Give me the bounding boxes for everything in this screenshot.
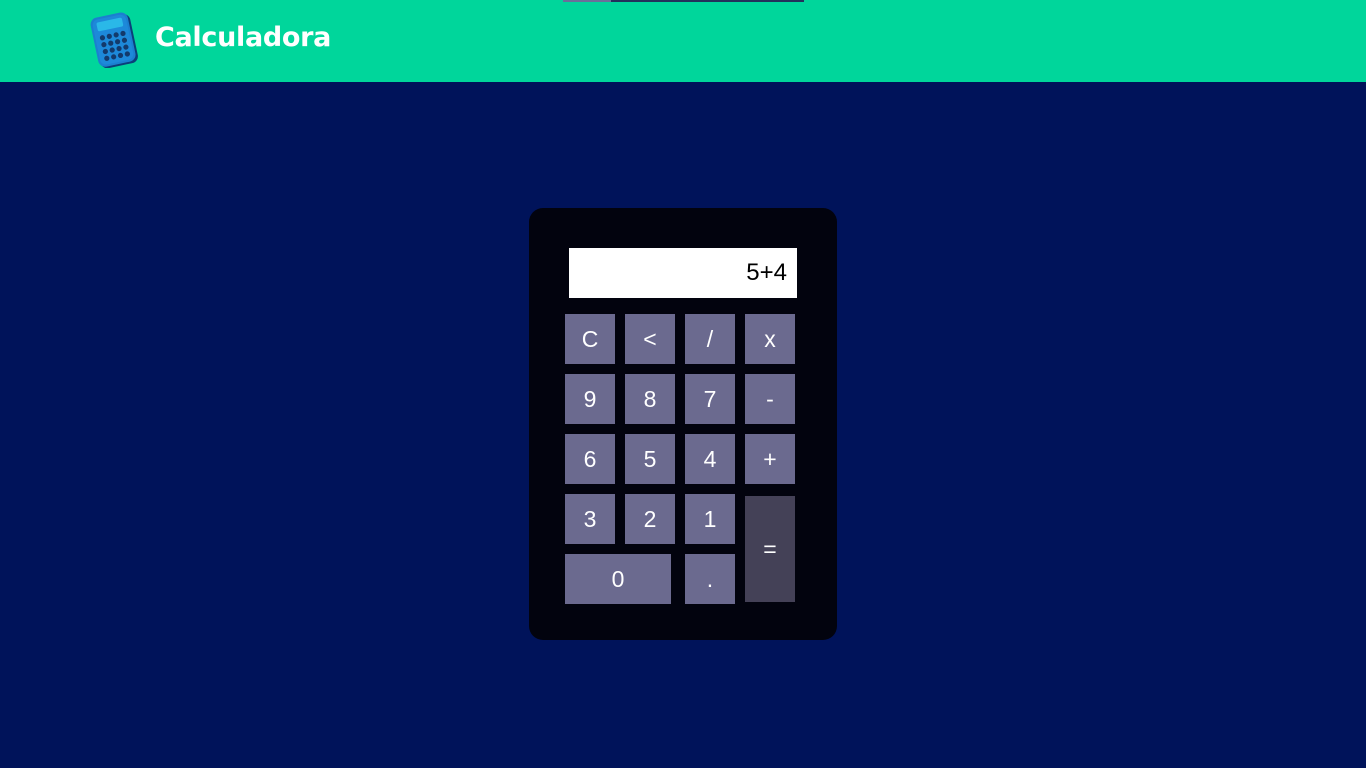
calculator-icon bbox=[88, 10, 144, 69]
digit-0-button[interactable]: 0 bbox=[565, 554, 671, 604]
top-header-bar: Calculadora bbox=[0, 0, 1366, 82]
app-title: Calculadora bbox=[155, 22, 332, 53]
divide-button[interactable]: / bbox=[685, 314, 735, 364]
digit-7-button[interactable]: 7 bbox=[685, 374, 735, 424]
minus-button[interactable]: - bbox=[745, 374, 795, 424]
digit-8-button[interactable]: 8 bbox=[625, 374, 675, 424]
calculator-display: 5+4 bbox=[569, 248, 797, 298]
digit-4-button[interactable]: 4 bbox=[685, 434, 735, 484]
digit-5-button[interactable]: 5 bbox=[625, 434, 675, 484]
digit-9-button[interactable]: 9 bbox=[565, 374, 615, 424]
digit-3-button[interactable]: 3 bbox=[565, 494, 615, 544]
digit-2-button[interactable]: 2 bbox=[625, 494, 675, 544]
calculator-body: 5+4 C < / x 9 8 7 - 6 5 4 + 3 2 1 = 0 . bbox=[529, 208, 837, 640]
decimal-button[interactable]: . bbox=[685, 554, 735, 604]
digit-1-button[interactable]: 1 bbox=[685, 494, 735, 544]
multiply-button[interactable]: x bbox=[745, 314, 795, 364]
clear-button[interactable]: C bbox=[565, 314, 615, 364]
plus-button[interactable]: + bbox=[745, 434, 795, 484]
equals-button[interactable]: = bbox=[745, 496, 795, 602]
header-progress-strip bbox=[563, 0, 804, 2]
digit-6-button[interactable]: 6 bbox=[565, 434, 615, 484]
backspace-button[interactable]: < bbox=[625, 314, 675, 364]
